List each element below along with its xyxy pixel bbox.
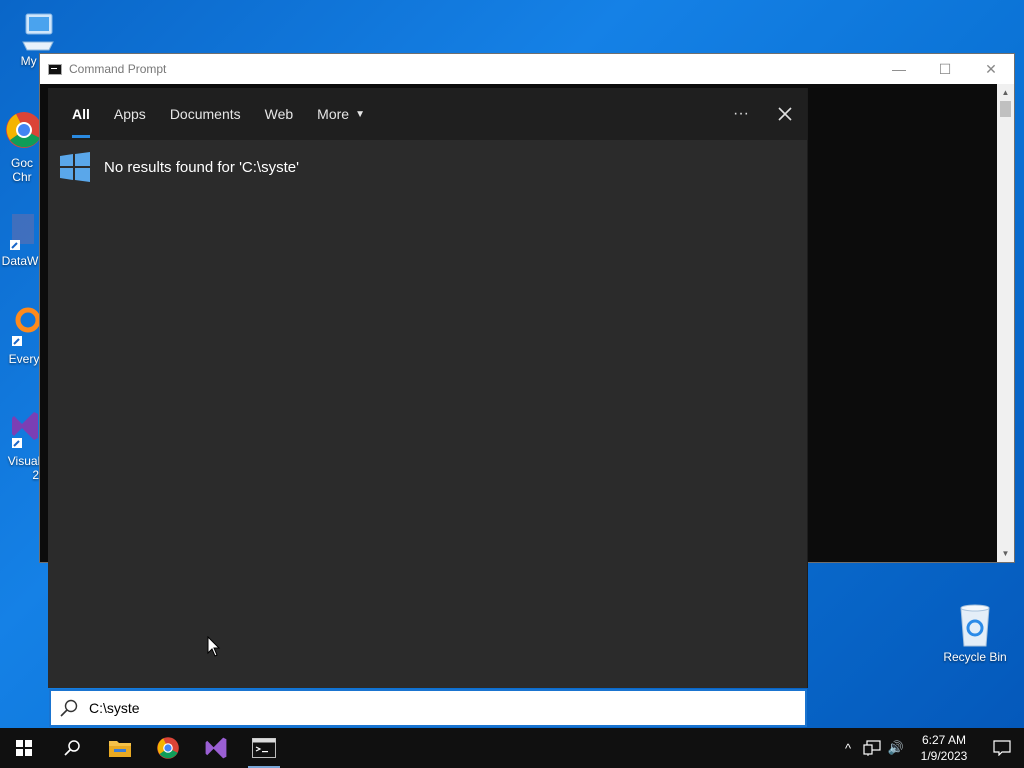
command-prompt-icon <box>48 63 62 75</box>
scrollbar-thumb[interactable] <box>1000 101 1011 117</box>
taskbar-command-prompt[interactable] <box>240 728 288 768</box>
folder-icon <box>109 741 131 757</box>
recycle-bin-icon <box>960 604 990 647</box>
tab-apps[interactable]: Apps <box>102 88 158 140</box>
tab-all[interactable]: All <box>60 88 102 140</box>
network-icon[interactable] <box>860 728 884 768</box>
mouse-pointer-icon <box>207 636 221 657</box>
visual-studio-icon <box>205 737 227 759</box>
taskbar-search-button[interactable] <box>48 728 96 768</box>
no-results-row: No results found for 'C:\syste' <box>48 148 808 186</box>
computer-icon <box>22 13 54 51</box>
no-results-text: No results found for 'C:\syste' <box>104 158 299 176</box>
minimize-button[interactable]: — <box>876 54 922 84</box>
tab-label: Documents <box>169 106 241 122</box>
search-input[interactable] <box>89 700 689 716</box>
search-icon <box>60 699 78 717</box>
desktop-icon-label: Recycle Bin <box>943 650 1007 664</box>
search-icon <box>64 740 80 756</box>
search-panel: All Apps Documents Web More ▼ ··· No res… <box>48 88 808 688</box>
maximize-button[interactable]: ☐ <box>922 54 968 84</box>
tab-label: Apps <box>113 106 146 122</box>
clock-date: 1/9/2023 <box>920 749 968 763</box>
volume-icon[interactable]: 🔊 <box>884 728 908 768</box>
taskbar-chrome[interactable] <box>144 728 192 768</box>
action-center-button[interactable] <box>980 728 1024 768</box>
close-icon <box>778 107 792 121</box>
vertical-scrollbar[interactable]: ▲ ▼ <box>997 84 1014 562</box>
taskbar-visual-studio[interactable] <box>192 728 240 768</box>
tab-label: Web <box>264 106 294 122</box>
tab-web[interactable]: Web <box>253 88 306 140</box>
chevron-up-icon[interactable]: ^ <box>836 728 860 768</box>
chrome-icon <box>6 112 42 148</box>
window-titlebar[interactable]: Command Prompt — ☐ ✕ <box>40 54 1014 84</box>
chrome-icon <box>157 737 179 759</box>
desktop-icon-recycle-bin[interactable]: Recycle Bin <box>939 602 1011 664</box>
close-button[interactable]: ✕ <box>968 54 1014 84</box>
tab-label: All <box>72 106 90 122</box>
tab-label: More <box>317 106 350 122</box>
clock[interactable]: 6:27 AM 1/9/2023 <box>908 732 980 764</box>
command-prompt-icon <box>252 738 276 758</box>
notification-icon <box>993 740 1011 756</box>
more-options-button[interactable]: ··· <box>719 88 763 140</box>
taskbar-file-explorer[interactable] <box>96 728 144 768</box>
system-tray: ^ 🔊 6:27 AM 1/9/2023 <box>836 728 1024 768</box>
network-icon <box>863 740 881 756</box>
search-tabs-bar: All Apps Documents Web More ▼ ··· <box>48 88 807 140</box>
scroll-up-arrow-icon[interactable]: ▲ <box>997 84 1014 101</box>
search-box[interactable] <box>49 689 807 727</box>
close-search-button[interactable] <box>763 88 807 140</box>
datawarrior-icon <box>10 214 34 250</box>
scroll-down-arrow-icon[interactable]: ▼ <box>997 545 1014 562</box>
window-title: Command Prompt <box>69 62 167 76</box>
windows-start-icon <box>16 740 32 756</box>
everything-icon <box>12 307 40 346</box>
start-button[interactable] <box>0 728 48 768</box>
tab-documents[interactable]: Documents <box>158 88 253 140</box>
tab-more[interactable]: More ▼ <box>305 88 377 140</box>
windows-logo-icon <box>60 152 90 182</box>
clock-time: 6:27 AM <box>921 733 967 747</box>
caret-down-icon: ▼ <box>355 108 365 120</box>
visual-studio-icon <box>12 412 38 448</box>
taskbar: ^ 🔊 6:27 AM 1/9/2023 <box>0 728 1024 768</box>
